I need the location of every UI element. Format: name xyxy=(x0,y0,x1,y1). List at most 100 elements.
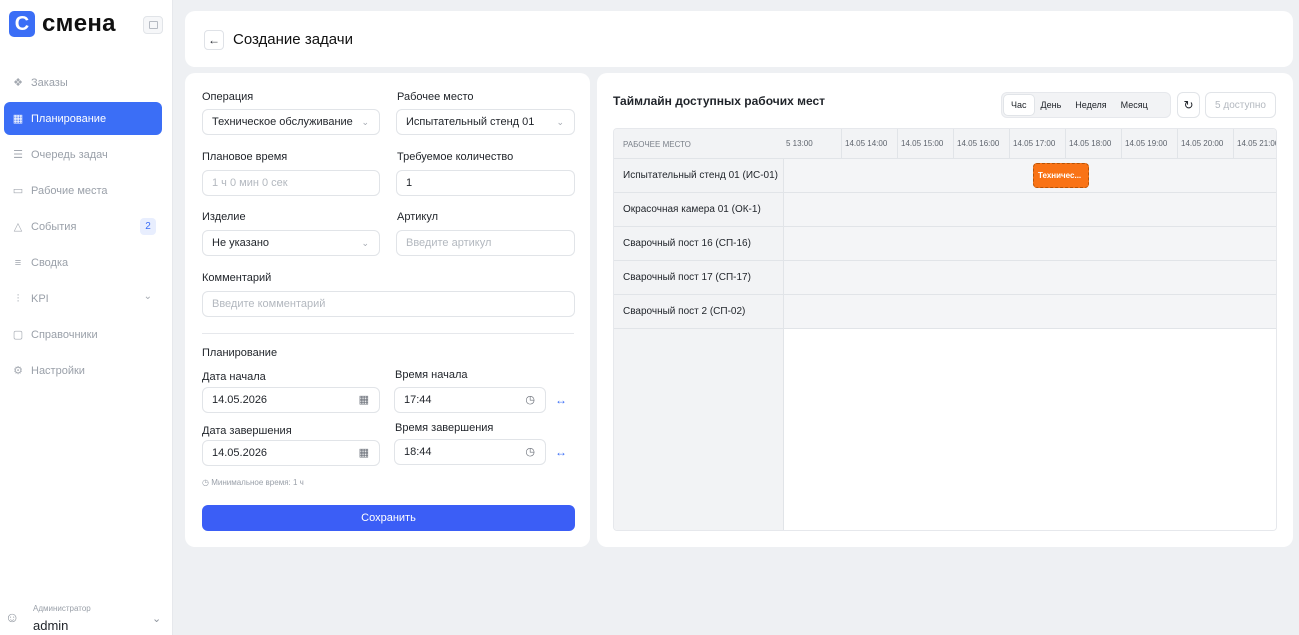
brand-name: смена xyxy=(42,10,116,37)
workplace-name: Испытательный стенд 01 (ИС-01) xyxy=(623,170,779,181)
timeline-empty-area xyxy=(784,329,1276,530)
refresh-button[interactable]: ↻ xyxy=(1177,92,1200,118)
start-time-value: 17:44 xyxy=(404,394,432,406)
article-input[interactable]: Введите артикул xyxy=(396,230,575,256)
logo-mark-icon: C xyxy=(9,11,35,37)
page-header: ← Создание задачи xyxy=(185,11,1293,67)
comment-input[interactable]: Введите комментарий xyxy=(202,291,575,317)
sidebar-item-label: KPI xyxy=(31,292,49,305)
sidebar-item-label: Настройки xyxy=(31,364,85,377)
product-select[interactable]: Не указано ⌄ xyxy=(202,230,380,256)
min-time-hint-text: Минимальное время: 1 ч xyxy=(211,478,304,487)
end-date-input[interactable]: 14.05.2026 ▦ xyxy=(202,440,380,466)
end-time-label: Время завершения xyxy=(395,422,494,434)
sidebar-item[interactable]: ▢ Справочники xyxy=(4,318,162,351)
end-time-input[interactable]: 18:44 ◷ xyxy=(394,439,546,465)
clock-icon: ◷ xyxy=(202,478,212,487)
timeline-row: Сварочный пост 2 (СП-02) xyxy=(614,295,1276,329)
available-count: 5 доступно xyxy=(1205,92,1276,118)
view-tab[interactable]: Неделя xyxy=(1068,95,1113,115)
hour-label: 14.05 19:00 xyxy=(1125,139,1168,148)
end-date-label: Дата завершения xyxy=(202,425,292,437)
user-menu[interactable]: ☺ Администратор admin ⌄ xyxy=(5,600,165,634)
sidebar-item[interactable]: ☰ Очередь задач xyxy=(4,138,162,171)
product-label: Изделие xyxy=(202,211,246,223)
timeline-row-track[interactable] xyxy=(784,193,1276,226)
kpi-icon: ⫶ xyxy=(16,292,20,305)
sidebar-item-label: События xyxy=(31,220,77,233)
workplace-name: Сварочный пост 2 (СП-02) xyxy=(623,306,746,317)
sidebar-collapse-button[interactable] xyxy=(143,16,163,34)
workplace-name: Сварочный пост 16 (СП-16) xyxy=(623,238,751,249)
timeline-row-track[interactable] xyxy=(784,227,1276,260)
sidebar-item[interactable]: △ События 2 xyxy=(4,210,162,243)
sidebar-item-label: Планирование xyxy=(31,112,107,125)
timeline-row-track[interactable] xyxy=(784,295,1276,328)
clock-icon: ◷ xyxy=(525,446,535,458)
hour-separator xyxy=(897,129,898,159)
user-name: admin xyxy=(33,618,69,633)
sidebar-item-label: Заказы xyxy=(31,76,68,89)
view-tab[interactable]: День xyxy=(1034,95,1069,115)
required-qty-input[interactable]: 1 xyxy=(396,170,575,196)
sidebar-item[interactable]: ▭ Рабочие места xyxy=(4,174,162,207)
save-button[interactable]: Сохранить xyxy=(202,505,575,531)
start-date-input[interactable]: 14.05.2026 ▦ xyxy=(202,387,380,413)
end-date-value: 14.05.2026 xyxy=(212,447,268,459)
start-date-label: Дата начала xyxy=(202,371,266,383)
warning-icon: △ xyxy=(13,220,23,233)
timeline-header: РАБОЧЕЕ МЕСТО 5 13:00 14.05 14:00 14.05 15… xyxy=(614,129,1276,159)
timeline-row-track[interactable] xyxy=(784,261,1276,294)
start-time-label: Время начала xyxy=(395,369,468,381)
chevron-down-icon: ⌄ xyxy=(361,117,369,127)
logo[interactable]: C смена xyxy=(9,10,116,38)
comment-placeholder: Введите комментарий xyxy=(212,298,326,310)
planned-time-label: Плановое время xyxy=(202,151,288,163)
sidebar-item[interactable]: ⫶ KPI ⌄ xyxy=(4,282,162,315)
timeline-panel: Таймлайн доступных рабочих мест Час День Н… xyxy=(597,73,1293,547)
planning-section-title: Планирование xyxy=(202,347,278,359)
sidebar-item[interactable]: ⚙ Настройки xyxy=(4,354,162,387)
calendar-icon: ▦ xyxy=(358,394,369,406)
sidebar-item-label: Очередь задач xyxy=(31,148,108,161)
view-tab[interactable]: Месяц xyxy=(1114,95,1155,115)
workplace-label: Рабочее место xyxy=(397,91,474,103)
hour-separator xyxy=(1121,129,1122,159)
orders-icon: ❖ xyxy=(13,76,23,89)
hour-separator xyxy=(1065,129,1066,159)
back-button[interactable]: ← xyxy=(204,30,224,50)
refresh-icon: ↻ xyxy=(1183,98,1194,112)
workplace-column-header: РАБОЧЕЕ МЕСТО xyxy=(623,140,691,149)
planned-time-placeholder: 1 ч 0 мин 0 сек xyxy=(212,177,288,189)
timeline-row: Окрасочная камера 01 (ОК-1) xyxy=(614,193,1276,227)
chevron-down-icon[interactable]: ⌄ xyxy=(152,612,161,625)
timeline-row: Испытательный стенд 01 (ИС-01) Техничес..… xyxy=(614,159,1276,193)
min-time-hint: ◷ Минимальное время: 1 ч xyxy=(202,478,304,487)
sidebar-item[interactable]: ❖ Заказы xyxy=(4,66,162,99)
book-icon: ▢ xyxy=(12,328,24,341)
task-bar[interactable]: Техничес... xyxy=(1033,163,1089,188)
view-tab[interactable]: Час xyxy=(1004,95,1034,115)
sidebar-item-label: Рабочие места xyxy=(31,184,108,197)
comment-label: Комментарий xyxy=(202,272,272,284)
sync-arrows-icon[interactable]: ↔ xyxy=(555,445,567,459)
workplace-select[interactable]: Испытательный стенд 01 ⌄ xyxy=(396,109,575,135)
sidebar-item-label: Сводка xyxy=(31,256,69,269)
chevron-down-icon: ⌄ xyxy=(143,291,152,302)
timeline-row-track[interactable] xyxy=(784,159,1276,192)
hour-label: 14.05 16:00 xyxy=(957,139,1000,148)
sidebar-item[interactable]: ≡ Сводка xyxy=(4,246,162,279)
hour-separator xyxy=(1233,129,1234,159)
operation-select[interactable]: Техническое обслуживание ⌄ xyxy=(202,109,380,135)
sidebar-item[interactable]: ▦ Планирование xyxy=(4,102,162,135)
calendar-icon: ▦ xyxy=(358,447,369,459)
sync-arrows-icon[interactable]: ↔ xyxy=(555,393,567,407)
planned-time-input[interactable]: 1 ч 0 мин 0 сек xyxy=(202,170,380,196)
clock-icon: ◷ xyxy=(525,394,535,406)
workplace-value: Испытательный стенд 01 xyxy=(406,116,535,128)
hour-separator xyxy=(953,129,954,159)
hour-separator xyxy=(1009,129,1010,159)
start-time-input[interactable]: 17:44 ◷ xyxy=(394,387,546,413)
panel-icon xyxy=(148,21,158,29)
hour-label: 14.05 18:00 xyxy=(1069,139,1112,148)
